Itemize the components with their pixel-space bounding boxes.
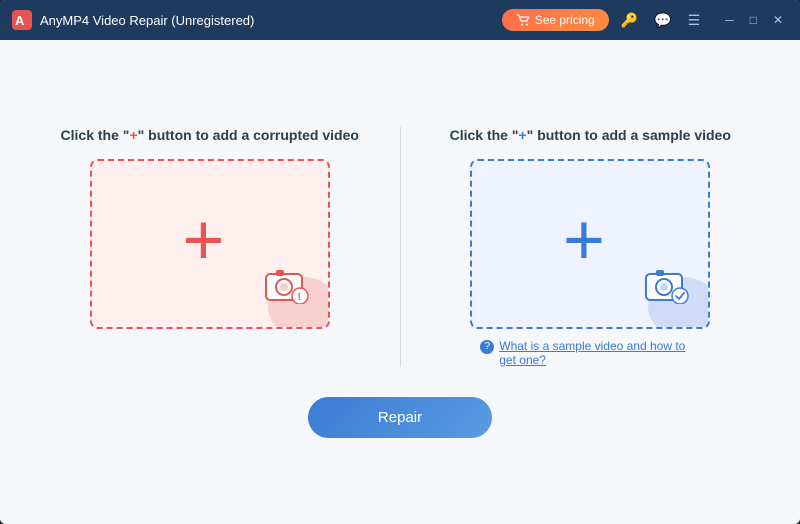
minimize-button[interactable]: ─ [720, 11, 739, 29]
app-title: AnyMP4 Video Repair (Unregistered) [40, 13, 502, 28]
sample-panel-label: Click the "+" button to add a sample vid… [450, 127, 731, 143]
app-logo-icon: A [12, 10, 32, 30]
svg-text:!: ! [297, 292, 300, 303]
cart-icon [516, 14, 530, 26]
sample-video-dropzone[interactable]: + [470, 159, 710, 329]
sample-camera-icon [644, 266, 690, 309]
sample-plus-symbol: + [518, 127, 526, 143]
corrupted-plus-symbol: + [129, 127, 137, 143]
app-window: A AnyMP4 Video Repair (Unregistered) See… [0, 0, 800, 524]
panel-divider [400, 127, 401, 367]
help-icon: ? [480, 340, 494, 354]
see-pricing-button[interactable]: See pricing [502, 9, 609, 31]
corrupted-video-dropzone[interactable]: + ! [90, 159, 330, 329]
see-pricing-label: See pricing [535, 13, 595, 27]
corrupted-camera-icon: ! [264, 266, 310, 309]
close-button[interactable]: ✕ [768, 11, 788, 29]
sample-video-panel: Click the "+" button to add a sample vid… [421, 127, 761, 367]
repair-button-label: Repair [378, 409, 422, 426]
menu-icon[interactable]: ☰ [684, 10, 705, 31]
sample-dropzone-inner: + [472, 161, 708, 327]
sample-plus-icon: + [563, 204, 605, 276]
message-icon[interactable]: 💬 [650, 10, 675, 31]
svg-text:A: A [15, 13, 25, 28]
title-bar: A AnyMP4 Video Repair (Unregistered) See… [0, 0, 800, 40]
key-icon[interactable]: 🔑 [617, 10, 642, 31]
window-controls: ─ □ ✕ [720, 11, 788, 29]
corrupted-video-panel: Click the "+" button to add a corrupted … [40, 127, 380, 329]
main-content: Click the "+" button to add a corrupted … [0, 40, 800, 524]
repair-button[interactable]: Repair [308, 397, 492, 438]
maximize-button[interactable]: □ [745, 11, 762, 29]
help-link-text: What is a sample video and how to get on… [499, 339, 700, 367]
corrupted-dropzone-inner: + ! [92, 161, 328, 327]
corrupted-panel-label: Click the "+" button to add a corrupted … [61, 127, 359, 143]
title-bar-actions: See pricing 🔑 💬 ☰ ─ □ ✕ [502, 9, 788, 31]
sample-video-help-link[interactable]: ? What is a sample video and how to get … [480, 339, 700, 367]
corrupted-plus-icon: + [182, 204, 224, 276]
panels-row: Click the "+" button to add a corrupted … [40, 127, 760, 367]
